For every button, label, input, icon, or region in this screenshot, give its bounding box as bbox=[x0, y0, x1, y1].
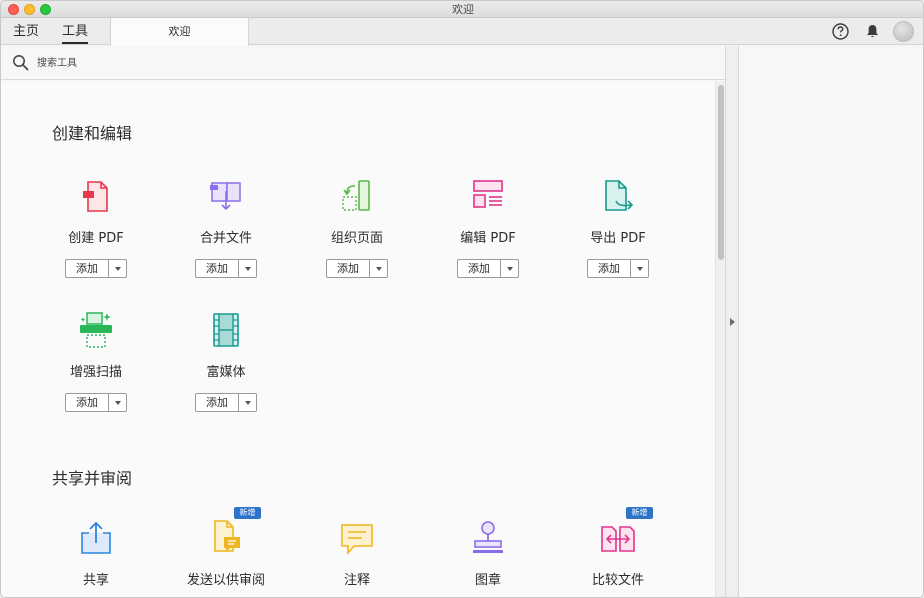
add-label: 添加 bbox=[337, 262, 359, 275]
scrollbar-thumb[interactable] bbox=[718, 85, 724, 260]
vertical-scrollbar[interactable] bbox=[715, 81, 725, 597]
top-nav-bar: 主页 工具 欢迎 bbox=[1, 18, 923, 46]
tool-label: 组织页面 bbox=[330, 231, 383, 246]
add-tool-button[interactable]: 添加 bbox=[326, 259, 388, 278]
tool-export-pdf[interactable]: 导出 PDF 添加 bbox=[568, 177, 668, 278]
chevron-down-icon[interactable] bbox=[108, 394, 126, 411]
avatar[interactable] bbox=[893, 21, 914, 42]
tool-comment[interactable]: 注释 bbox=[307, 519, 407, 588]
add-tool-button[interactable]: 添加 bbox=[195, 393, 257, 412]
tab-home[interactable]: 主页 bbox=[13, 18, 39, 45]
add-tool-button[interactable]: 添加 bbox=[65, 259, 127, 278]
export-pdf-icon bbox=[605, 180, 634, 211]
tool-create-pdf[interactable]: 创建 PDF 添加 bbox=[46, 177, 146, 278]
chevron-down-icon[interactable] bbox=[500, 260, 518, 277]
tool-label: 共享 bbox=[82, 573, 109, 588]
close-window-button[interactable] bbox=[8, 4, 19, 15]
share-icon bbox=[81, 521, 111, 554]
edit-pdf-icon bbox=[473, 180, 503, 208]
tool-label: 图章 bbox=[474, 573, 501, 588]
new-badge: 新增 bbox=[234, 507, 261, 519]
tab-welcome-document[interactable]: 欢迎 bbox=[110, 18, 249, 46]
tool-label: 发送以供审阅 bbox=[186, 573, 265, 588]
search-icon bbox=[13, 55, 29, 71]
tool-stamp[interactable]: 图章 bbox=[438, 519, 538, 588]
chevron-down-icon[interactable] bbox=[238, 394, 256, 411]
add-tool-button[interactable]: 添加 bbox=[587, 259, 649, 278]
enhance-scan-icon bbox=[80, 312, 112, 348]
add-label: 添加 bbox=[76, 396, 98, 409]
add-tool-button[interactable]: 添加 bbox=[195, 259, 257, 278]
tool-edit-pdf[interactable]: 编辑 PDF 添加 bbox=[438, 177, 538, 278]
tool-label: 导出 PDF bbox=[590, 231, 646, 246]
add-label: 添加 bbox=[598, 262, 620, 275]
tool-label: 合并文件 bbox=[199, 231, 252, 246]
add-label: 添加 bbox=[206, 396, 228, 409]
section-title-create-edit: 创建和编辑 bbox=[52, 124, 133, 143]
chevron-down-icon[interactable] bbox=[630, 260, 648, 277]
tool-compare-files[interactable]: 新增 比较文件 bbox=[568, 507, 668, 588]
help-icon[interactable] bbox=[831, 22, 850, 41]
chevron-down-icon[interactable] bbox=[108, 260, 126, 277]
rich-media-icon bbox=[213, 313, 239, 347]
window-title: 欢迎 bbox=[452, 3, 474, 16]
organize-pages-icon bbox=[342, 180, 370, 211]
search-tools-input[interactable] bbox=[37, 54, 337, 72]
add-label: 添加 bbox=[468, 262, 490, 275]
title-bar: 欢迎 bbox=[1, 1, 923, 18]
stamp-icon bbox=[473, 521, 503, 553]
new-badge: 新增 bbox=[626, 507, 653, 519]
tab-tools[interactable]: 工具 bbox=[62, 18, 89, 45]
tool-rich-media[interactable]: 富媒体 添加 bbox=[176, 311, 276, 412]
tool-label: 增强扫描 bbox=[69, 365, 122, 380]
send-for-review-icon bbox=[214, 520, 240, 552]
combine-files-icon bbox=[210, 182, 241, 211]
right-pane bbox=[739, 46, 923, 597]
tool-combine-files[interactable]: 合并文件 添加 bbox=[176, 177, 276, 278]
add-label: 添加 bbox=[206, 262, 228, 275]
tool-enhance-scan[interactable]: 增强扫描 添加 bbox=[46, 311, 146, 412]
comment-icon bbox=[341, 524, 373, 556]
tools-content: 创建和编辑 创建 PDF 添加 合并文件 添加 组织页面 添加 编辑 PDF 添… bbox=[1, 81, 715, 597]
add-label: 添加 bbox=[76, 262, 98, 275]
add-tool-button[interactable]: 添加 bbox=[65, 393, 127, 412]
notification-bell-icon[interactable] bbox=[863, 22, 882, 41]
minimize-window-button[interactable] bbox=[24, 4, 35, 15]
right-pane-toggle[interactable] bbox=[725, 46, 739, 597]
tool-organize-pages[interactable]: 组织页面 添加 bbox=[307, 177, 407, 278]
tool-label: 比较文件 bbox=[591, 573, 644, 588]
maximize-window-button[interactable] bbox=[40, 4, 51, 15]
expand-arrow-icon[interactable] bbox=[730, 318, 735, 326]
app-window: 欢迎 主页 工具 欢迎 创建和编辑 bbox=[0, 0, 924, 598]
compare-files-icon bbox=[601, 526, 635, 552]
tool-label: 编辑 PDF bbox=[460, 231, 516, 246]
tool-share[interactable]: 共享 bbox=[46, 519, 146, 588]
section-title-share-review: 共享并审阅 bbox=[52, 469, 133, 488]
tool-search-bar bbox=[1, 46, 725, 80]
tool-send-for-review[interactable]: 新增 发送以供审阅 bbox=[176, 507, 276, 588]
tool-label: 创建 PDF bbox=[68, 231, 124, 246]
chevron-down-icon[interactable] bbox=[238, 260, 256, 277]
tool-label: 富媒体 bbox=[206, 365, 246, 380]
tool-label: 注释 bbox=[343, 573, 370, 588]
create-pdf-icon bbox=[83, 181, 108, 212]
add-tool-button[interactable]: 添加 bbox=[457, 259, 519, 278]
chevron-down-icon[interactable] bbox=[369, 260, 387, 277]
